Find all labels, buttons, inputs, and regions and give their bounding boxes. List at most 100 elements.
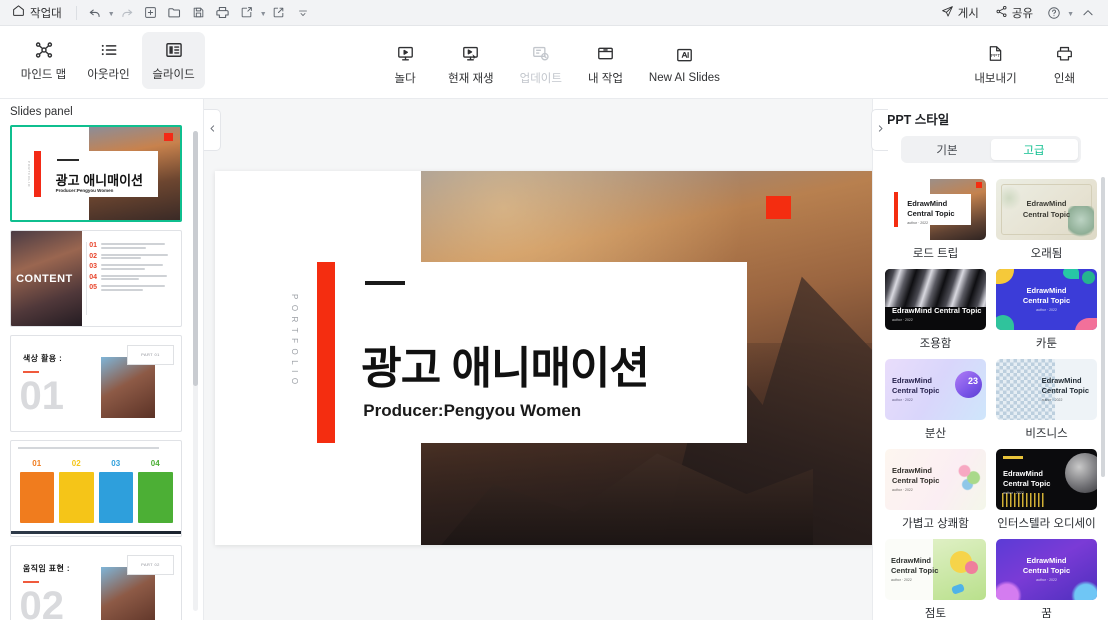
undo-group[interactable]: ▼ <box>83 2 115 24</box>
toolbar-label-play: 놀다 <box>394 72 416 85</box>
home-icon <box>12 4 25 22</box>
style-topic-line1: EdrawMind <box>891 556 932 566</box>
collapse-style-panel-button[interactable] <box>871 109 888 151</box>
slide-subtitle-text[interactable]: Producer:Pengyou Women <box>363 401 581 421</box>
import-icon[interactable] <box>267 2 291 24</box>
thumb2-lines-4 <box>100 274 174 282</box>
style-card-light-fresh[interactable]: EdrawMind Central Topic author · 2022 가볍… <box>885 449 986 531</box>
slide-thumbnail-2[interactable]: CONTENT 01 02 03 04 05 <box>10 230 182 327</box>
style-card-cartoon[interactable]: EdrawMind Central Topic author · 2022 카툰 <box>996 269 1097 351</box>
style-topic-sub: author · 2022 <box>1003 491 1024 496</box>
toolbar-actions-center: 놀다 현재 재생 업데이트 내 작업 New AI Slides <box>0 36 1108 93</box>
toolbar-button-export[interactable]: PPT 내보내기 <box>964 36 1027 93</box>
thumb4-num-3: 03 <box>111 459 121 468</box>
thumb5-part-tag-label: PART 02 <box>141 562 160 568</box>
style-thumb-road-trip: EdrawMind Central Topic author · 2022 <box>885 179 986 240</box>
active-slide[interactable]: PORTFOLIO 광고 애니매이션 Producer:Pengyou Wome… <box>215 171 880 545</box>
slide-thumbnail-5[interactable]: 움직임 표현 : 02 PART 02 <box>10 545 182 620</box>
slide-thumbnail-3[interactable]: 색상 활용 : 01 PART 01 <box>10 335 182 432</box>
share-label: 공유 <box>1011 7 1034 20</box>
undo-icon[interactable] <box>83 2 107 24</box>
style-card-business[interactable]: EdrawMind Central Topic author · 2022 비즈… <box>996 359 1097 441</box>
thumb4-card-1: 01 <box>19 460 54 523</box>
thumb4-num-4: 04 <box>150 459 160 468</box>
thumb3-part-tag-label: PART 01 <box>141 352 160 358</box>
publish-label: 게시 <box>957 7 979 20</box>
toolbar-button-print[interactable]: 인쇄 <box>1033 36 1096 93</box>
workbench-home-button[interactable]: 작업대 <box>8 2 70 24</box>
toolbar-button-new-ai-slides[interactable]: New AI Slides <box>641 36 728 93</box>
thumb2-lines-3 <box>100 263 174 271</box>
export-ppt-icon: PPT <box>986 44 1005 64</box>
style-topic-line2: Central Topic <box>892 386 940 396</box>
new-icon[interactable] <box>139 2 163 24</box>
slide-portfolio-text[interactable]: PORTFOLIO <box>290 294 299 390</box>
redo-icon[interactable] <box>115 2 139 24</box>
toolbar-label-new-ai-slides: New AI Slides <box>648 71 720 84</box>
slide-canvas-area[interactable]: PORTFOLIO 광고 애니매이션 Producer:Pengyou Wome… <box>204 99 880 620</box>
my-work-icon <box>596 44 615 64</box>
export-dropdown-caret-icon[interactable]: ▼ <box>260 11 267 18</box>
style-thumb-light-fresh: EdrawMind Central Topic author · 2022 <box>885 449 986 510</box>
export-group[interactable]: ▼ <box>235 2 267 24</box>
print-icon[interactable] <box>211 2 235 24</box>
undo-dropdown-caret-icon[interactable]: ▼ <box>108 11 115 18</box>
style-card-interstellar-odyssey[interactable]: EdrawMind Central Topic author · 2022 인터… <box>996 449 1097 531</box>
toolbar-divider <box>75 5 77 20</box>
toolbar-button-play[interactable]: 놀다 <box>380 36 430 93</box>
thumb2-num-3: 03 <box>89 263 97 271</box>
style-mode-toggle: 기본 고급 <box>900 136 1081 163</box>
list-item: 05 <box>89 284 174 292</box>
toolbar-button-play-current[interactable]: 현재 재생 <box>440 36 502 93</box>
open-folder-icon[interactable] <box>163 2 187 24</box>
app-root: 작업대 ▼ ▼ 게시 공유 ▼ 마인드 맵 아웃라인 슬라이드 놀다 현재 재생… <box>0 0 1108 620</box>
style-tab-basic[interactable]: 기본 <box>904 139 991 160</box>
thumb4-footer-bar <box>11 531 181 534</box>
thumb4-body-1 <box>19 472 54 523</box>
style-topic-sub: author · 2022 <box>891 578 912 583</box>
slide-thumbnail-1[interactable]: PORTFOLIO 광고 애니매이션 Producer:Pengyou Wome… <box>10 125 182 222</box>
publish-button[interactable]: 게시 <box>934 3 986 23</box>
style-topic-sub: author · 2022 <box>907 221 929 226</box>
style-thumb-quiet: EdrawMind Central Topic author · 2022 <box>885 269 986 330</box>
help-group[interactable]: ▼ <box>1042 2 1074 24</box>
workbench-home-label: 작업대 <box>30 7 62 20</box>
style-tab-advanced[interactable]: 고급 <box>990 139 1078 160</box>
thumb4-card-3: 03 <box>98 459 133 523</box>
style-card-quiet[interactable]: EdrawMind Central Topic author · 2022 조용… <box>885 269 986 351</box>
style-topic-sub: author · 2022 <box>1036 308 1057 313</box>
update-icon <box>531 44 550 64</box>
slide-thumbnail-4[interactable]: 01 02 03 04 <box>10 440 182 537</box>
style-card-dispersion[interactable]: 23 EdrawMind Central Topic author · 2022… <box>885 359 986 441</box>
toolbar-button-update[interactable]: 업데이트 <box>512 36 570 93</box>
style-thumb-dispersion: 23 EdrawMind Central Topic author · 2022 <box>885 359 986 420</box>
style-card-dream[interactable]: EdrawMind Central Topic author · 2022 꿈 <box>996 539 1097 620</box>
slide-red-bar <box>317 261 336 444</box>
style-thumb-interstellar-odyssey: EdrawMind Central Topic author · 2022 <box>996 449 1097 510</box>
style-card-road-trip[interactable]: EdrawMind Central Topic author · 2022 로드… <box>885 179 986 261</box>
slide-title-text[interactable]: 광고 애니매이션 <box>361 332 650 396</box>
slide-red-square <box>765 195 791 219</box>
style-card-clay[interactable]: EdrawMind Central Topic author · 2022 점토 <box>885 539 986 620</box>
chevron-left-icon <box>208 123 217 137</box>
help-circle-icon[interactable] <box>1042 2 1066 24</box>
chevron-up-icon[interactable] <box>1076 2 1100 24</box>
thumb1-dash <box>57 158 80 161</box>
more-chevron-icon[interactable] <box>291 2 315 24</box>
thumb4-body-4 <box>138 472 173 523</box>
thumb4-num-2: 02 <box>71 459 81 468</box>
thumb2-num-5: 05 <box>89 284 97 292</box>
collapse-slides-panel-button[interactable] <box>204 109 221 151</box>
printer-icon <box>1055 44 1074 64</box>
save-icon[interactable] <box>187 2 211 24</box>
share-button[interactable]: 공유 <box>988 3 1040 23</box>
help-dropdown-caret-icon[interactable]: ▼ <box>1067 11 1074 18</box>
list-item: 03 <box>89 263 174 271</box>
export-icon[interactable] <box>235 2 259 24</box>
toolbar-button-my-work[interactable]: 내 작업 <box>580 36 631 93</box>
style-topic-line2: Central Topic <box>934 306 982 316</box>
thumb2-rail <box>85 242 87 315</box>
thumb2-num-4: 04 <box>89 273 97 281</box>
style-card-old[interactable]: EdrawMind Central Topic 오래됨 <box>996 179 1097 261</box>
style-thumb-old: EdrawMind Central Topic <box>996 179 1097 240</box>
